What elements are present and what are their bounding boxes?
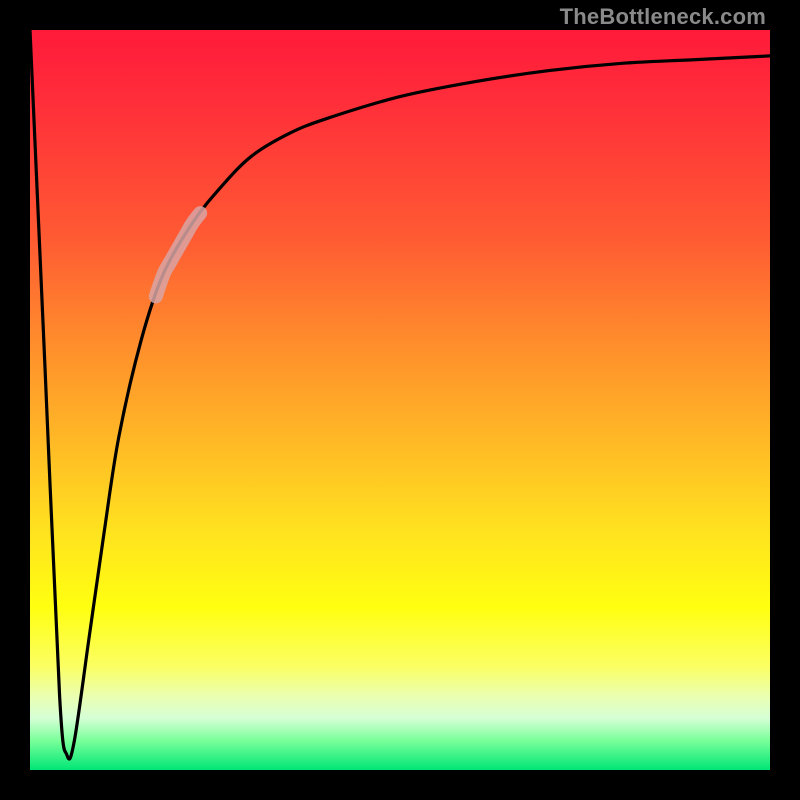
watermark-text: TheBottleneck.com [560, 4, 766, 30]
chart-frame: TheBottleneck.com [0, 0, 800, 800]
plot-area [30, 30, 770, 770]
curve-highlight [156, 213, 200, 296]
bottleneck-curve [30, 30, 770, 759]
curve-layer [30, 30, 770, 770]
